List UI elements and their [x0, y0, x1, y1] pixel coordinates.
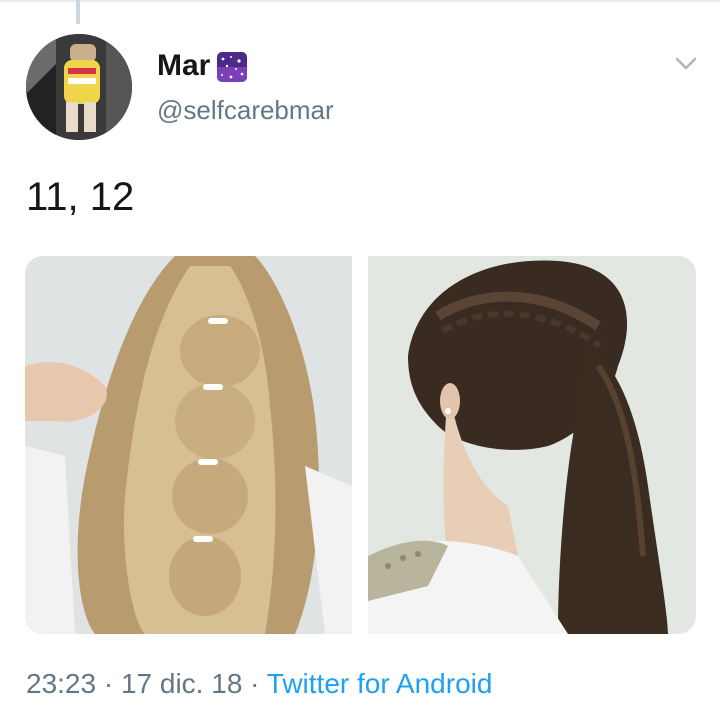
tweet-text: 11, 12: [26, 175, 135, 219]
thread-connector-line: [76, 0, 80, 24]
meta-separator: ·: [250, 668, 260, 699]
avatar[interactable]: [26, 34, 132, 140]
meta-separator: ·: [103, 668, 114, 699]
media-photo-bubble-ponytail[interactable]: [25, 256, 352, 634]
tweet-date[interactable]: 17 dic. 18: [121, 668, 242, 699]
tweet-time[interactable]: 23:23: [26, 668, 96, 699]
top-divider: [0, 0, 720, 2]
tweet-meta: 23:23 · 17 dic. 18 · Twitter for Android: [26, 665, 492, 703]
chevron-down-icon[interactable]: [673, 50, 699, 76]
display-name[interactable]: Mar: [157, 47, 210, 85]
galaxy-emoji-icon: [217, 52, 247, 82]
media-photo-braided-ponytail[interactable]: [368, 256, 696, 634]
tweet-source-link[interactable]: Twitter for Android: [267, 668, 493, 699]
username-handle[interactable]: @selfcarebmar: [157, 94, 334, 126]
